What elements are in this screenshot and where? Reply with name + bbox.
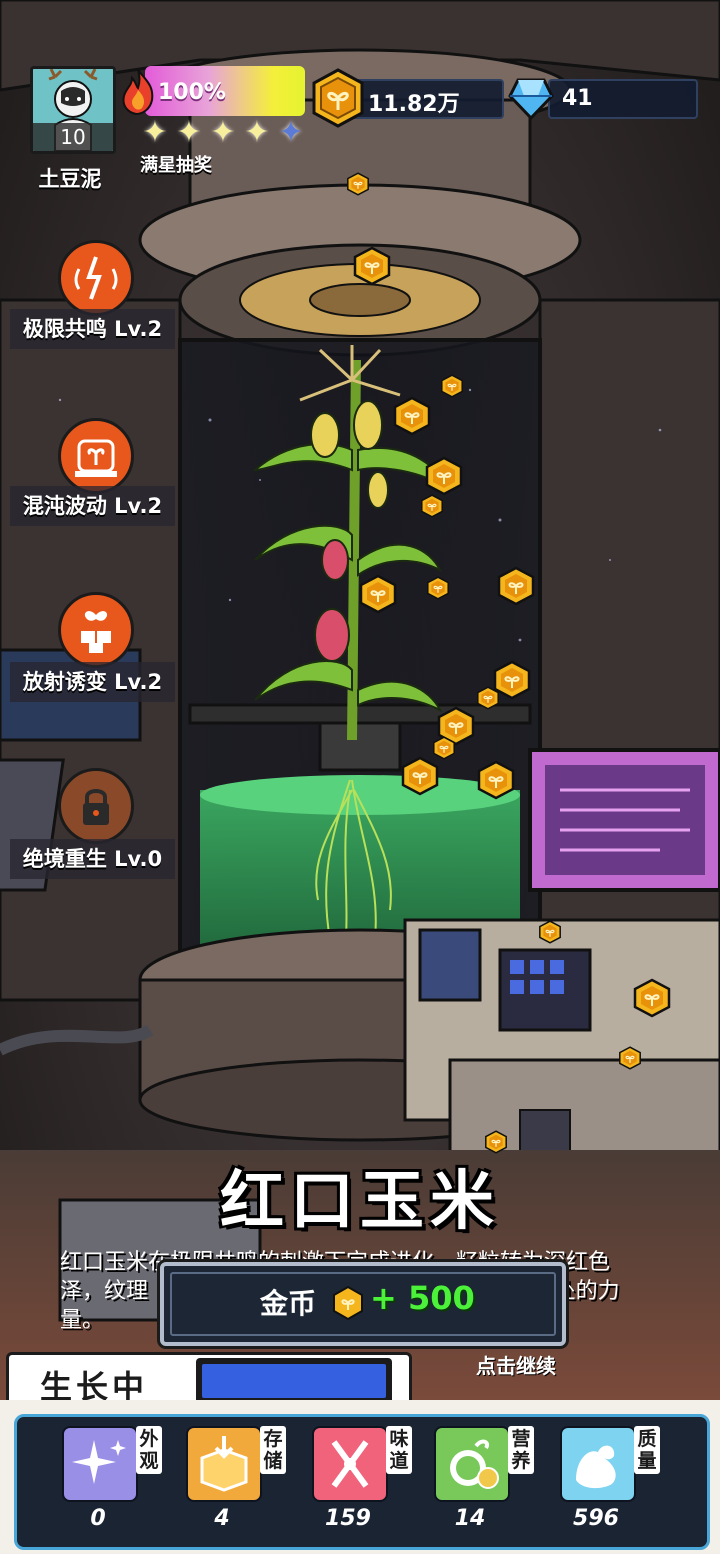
sparkle-icon xyxy=(72,1440,126,1484)
stat-value: 14 xyxy=(454,1506,486,1531)
stat-icon-box xyxy=(62,1426,138,1502)
gem-amount: 41 xyxy=(562,86,593,111)
muscle-icon xyxy=(576,1445,616,1489)
flame-icon xyxy=(122,69,154,116)
skill-button[interactable] xyxy=(58,240,134,316)
energy-percent: 100% xyxy=(158,80,226,105)
coin-icon xyxy=(393,396,431,436)
stat-label: 外观 xyxy=(136,1426,162,1474)
coin-icon xyxy=(477,760,515,800)
coin-icon xyxy=(401,756,439,796)
coin-amount: 11.82万 xyxy=(368,92,460,117)
star-icon: ✦ xyxy=(142,115,168,150)
star-rating: ✦ ✦ ✦ ✦ ✦ xyxy=(140,118,310,150)
skill-button[interactable] xyxy=(58,768,134,844)
player-level: 10 xyxy=(33,123,113,151)
star-icon: ✦ xyxy=(244,115,270,150)
coin-icon xyxy=(619,1046,641,1070)
coin-icon xyxy=(333,1286,363,1320)
utensils-icon xyxy=(331,1440,369,1488)
box-icon xyxy=(200,1436,248,1492)
stat-label: 味道 xyxy=(386,1426,412,1474)
stat-item[interactable]: 味道 159 xyxy=(312,1426,424,1536)
stat-icon-box xyxy=(312,1426,388,1502)
star-icon: ✦ xyxy=(210,115,236,150)
avatar[interactable]: 10 xyxy=(30,66,116,154)
skill-label: 放射诱变 Lv.2 xyxy=(10,662,175,702)
coin-icon xyxy=(312,68,364,128)
item-title: 红口玉米 xyxy=(220,1165,500,1239)
coin-icon xyxy=(493,660,531,700)
stat-item[interactable]: 质量 596 xyxy=(560,1426,672,1536)
stat-value: 0 xyxy=(90,1506,106,1531)
coin-icon xyxy=(425,456,463,496)
player-name: 土豆泥 xyxy=(38,167,102,191)
coin-icon xyxy=(497,566,535,606)
resonance-icon xyxy=(74,256,118,300)
reward-popup[interactable]: 金币 + 500 xyxy=(160,1262,566,1346)
chaos-wave-icon xyxy=(75,439,117,477)
reward-amount: + 500 xyxy=(370,1279,475,1317)
coin-icon xyxy=(633,978,671,1018)
stat-icon-box xyxy=(434,1426,510,1502)
coin-icon xyxy=(359,574,397,614)
stat-label: 营养 xyxy=(508,1426,534,1474)
gem-balance[interactable]: 41 xyxy=(548,79,698,119)
continue-hint[interactable]: 点击继续 xyxy=(476,1350,556,1379)
coin-icon xyxy=(347,172,369,196)
stat-icon-box xyxy=(560,1426,636,1502)
radiation-mutation-icon xyxy=(81,611,111,653)
coin-icon xyxy=(421,494,443,518)
stat-item[interactable]: 营养 14 xyxy=(434,1426,546,1536)
stat-label: 存储 xyxy=(260,1426,286,1474)
growth-progress-fill xyxy=(202,1364,386,1398)
stat-value: 596 xyxy=(573,1506,619,1531)
reward-label: 金币 xyxy=(260,1287,317,1320)
coin-icon xyxy=(427,576,449,600)
stat-item[interactable]: 外观 0 xyxy=(62,1426,174,1536)
skill-button[interactable] xyxy=(58,592,134,668)
lock-icon xyxy=(83,789,109,825)
gem-icon xyxy=(508,78,554,120)
fruit-icon xyxy=(450,1439,499,1489)
stat-label: 质量 xyxy=(634,1426,660,1474)
stat-item[interactable]: 存储 4 xyxy=(186,1426,298,1536)
stat-icon-box xyxy=(186,1426,262,1502)
star-reward-label[interactable]: 满星抽奖 xyxy=(140,151,212,177)
coin-icon xyxy=(539,920,561,944)
stat-value: 4 xyxy=(214,1506,230,1531)
skill-label: 极限共鸣 Lv.2 xyxy=(10,309,175,349)
star-empty-icon: ✦ xyxy=(278,115,304,150)
coin-icon xyxy=(353,246,391,286)
skill-label: 绝境重生 Lv.0 xyxy=(10,839,175,879)
stat-value: 159 xyxy=(325,1506,371,1531)
skill-label: 混沌波动 Lv.2 xyxy=(10,486,175,526)
skill-button[interactable] xyxy=(58,418,134,494)
coin-icon xyxy=(441,374,463,398)
star-icon: ✦ xyxy=(176,115,202,150)
